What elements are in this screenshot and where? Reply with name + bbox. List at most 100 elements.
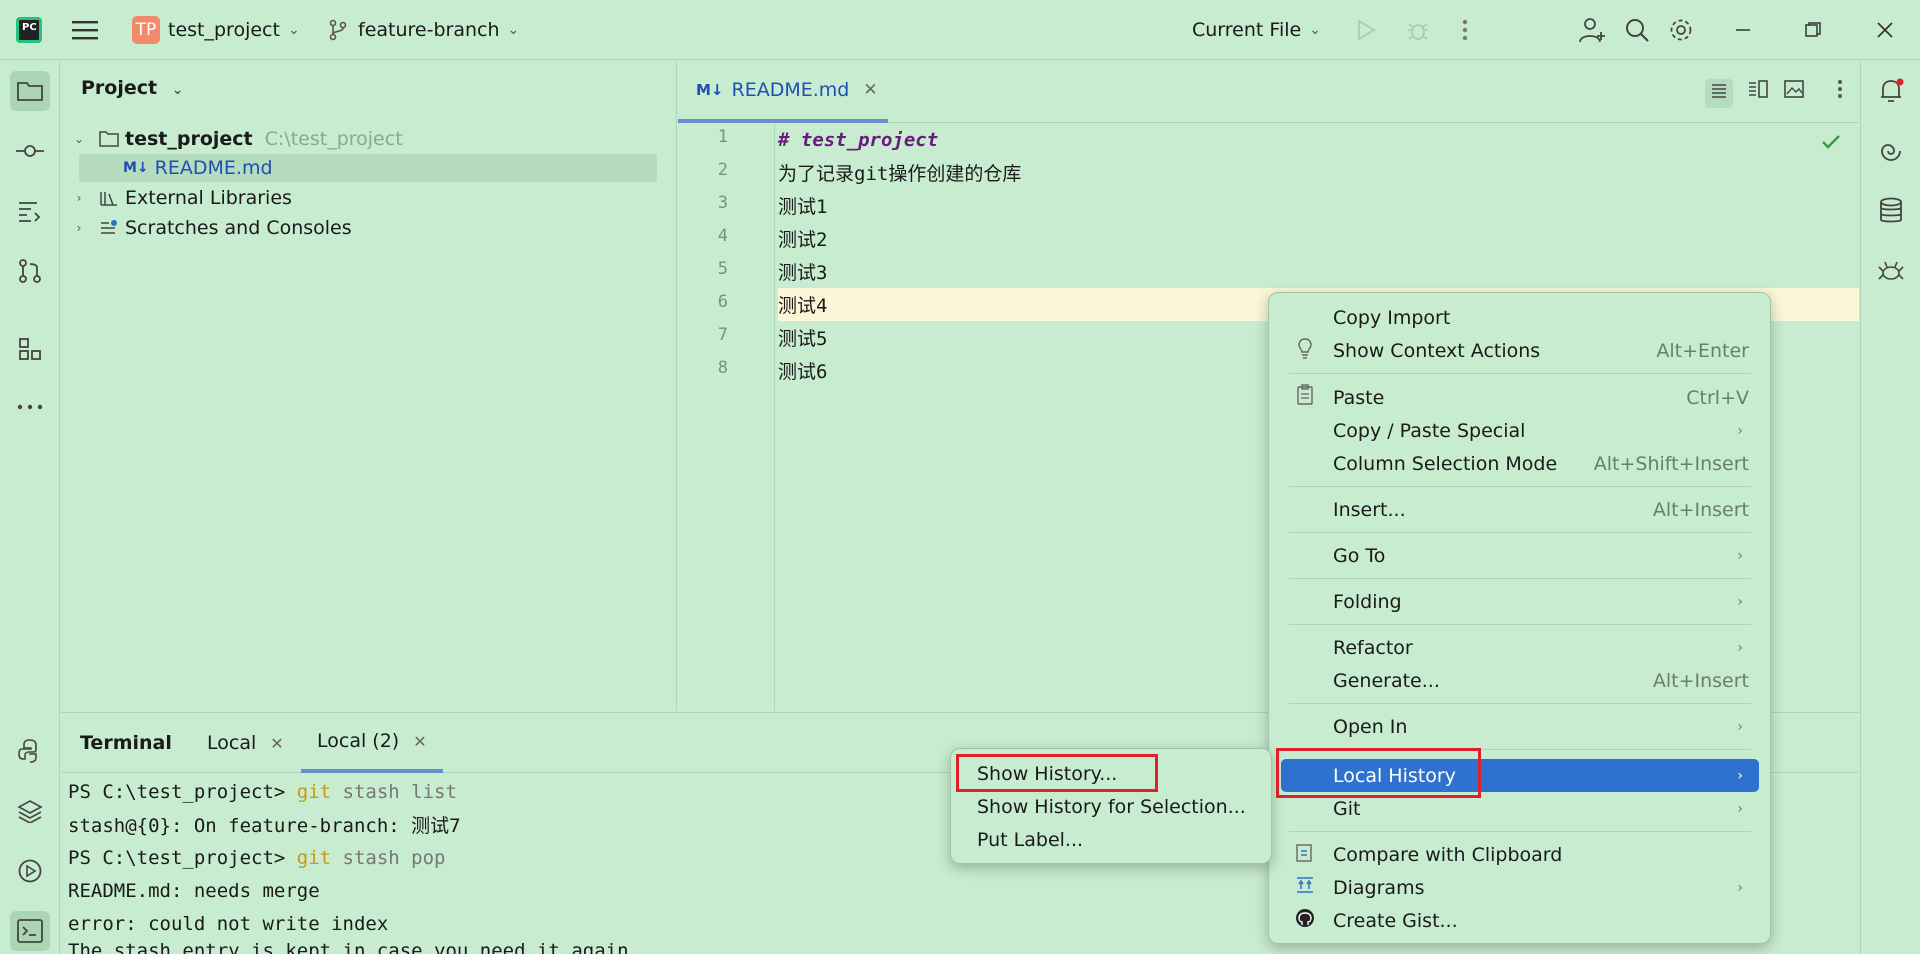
settings-button[interactable] [1668,0,1694,60]
python-packages-button[interactable] [10,791,50,831]
tree-item-label: test_project [125,128,253,150]
sciview-button[interactable] [1871,251,1911,291]
project-tool-button[interactable] [10,71,50,111]
submenu-arrow-icon: › [1737,547,1743,564]
menu-item-compare-clipboard[interactable]: Compare with Clipboard [1281,838,1759,871]
menu-item-label: Git [1333,797,1361,820]
editor-tab-bar: M↓ README.md ✕ [678,61,1859,123]
more-actions-button[interactable] [1462,0,1468,60]
menu-item-generate[interactable]: Generate... Alt+Insert [1281,664,1759,697]
code-line[interactable]: # test_project [778,123,1859,156]
expand-arrow-icon[interactable]: › [69,191,89,205]
close-icon [1877,22,1893,38]
tab-readme[interactable]: M↓ README.md ✕ [678,61,888,123]
code-text: 测试4 [778,295,828,317]
main-menu-button[interactable] [72,0,98,60]
close-tab-icon[interactable]: ✕ [413,732,426,751]
minimize-button[interactable] [1734,0,1752,60]
code-line[interactable]: 测试3 [778,255,1859,288]
tree-item-scratches[interactable]: › Scratches and Consoles [61,214,661,242]
menu-item-copy-import[interactable]: Copy Import [1281,301,1759,334]
menu-item-show-history-selection[interactable]: Show History for Selection... [959,790,1259,823]
expand-arrow-icon[interactable]: › [69,221,89,235]
menu-item-refactor[interactable]: Refactor › [1281,631,1759,664]
search-button[interactable] [1624,0,1650,60]
menu-separator [1289,486,1751,487]
menu-item-insert[interactable]: Insert... Alt+Insert [1281,493,1759,526]
debug-button[interactable] [1406,0,1430,60]
close-tab-icon[interactable]: ✕ [863,80,877,100]
menu-item-column-selection-mode[interactable]: Column Selection Mode Alt+Shift+Insert [1281,447,1759,480]
run-config-label: Current File [1192,19,1302,41]
menu-item-put-label[interactable]: Put Label... [959,823,1259,856]
terminal-tab-local-2[interactable]: Local (2) ✕ [301,713,443,773]
terminal-line: The stash entry is kept in case you need… [68,940,640,954]
notifications-button[interactable] [1871,71,1911,111]
python-console-button[interactable] [10,731,50,771]
ai-assistant-button[interactable] [1871,131,1911,171]
terminal-tab-local[interactable]: Local ✕ [207,713,284,773]
run-button[interactable] [1356,0,1376,60]
code-line[interactable]: 为了记录git操作创建的仓库 [778,156,1859,189]
menu-item-create-gist[interactable]: Create Gist... [1281,904,1759,937]
menu-item-label: Insert... [1333,498,1406,521]
menu-item-shortcut: Alt+Insert [1652,669,1749,692]
more-horizontal-icon [17,404,43,410]
hamburger-icon [72,21,98,40]
restore-icon [1805,22,1821,37]
menu-item-paste[interactable]: Paste Ctrl+V [1281,381,1759,414]
database-button[interactable] [1871,191,1911,231]
image-preview-icon [1784,80,1804,98]
services-button[interactable] [10,851,50,891]
clipboard-icon [1293,384,1317,411]
project-panel-header[interactable]: Project ⌄ [81,77,183,99]
terminal-line: PS C:\test_project> git stash list [68,775,457,808]
tree-item-external-libraries[interactable]: › External Libraries [61,184,661,212]
pull-requests-tool-button[interactable] [10,191,50,231]
menu-item-label: Diagrams [1333,876,1425,899]
terminal-command: git [296,846,332,869]
restore-button[interactable] [1804,0,1822,60]
add-user-button[interactable] [1578,0,1606,60]
menu-item-go-to[interactable]: Go To › [1281,539,1759,572]
structure-tool-button[interactable] [10,329,50,369]
menu-item-open-in[interactable]: Open In › [1281,710,1759,743]
menu-item-show-context-actions[interactable]: Show Context Actions Alt+Enter [1281,334,1759,367]
close-window-button[interactable] [1876,0,1894,60]
app-logo[interactable]: PC [16,0,46,60]
terminal-tool-button[interactable] [10,911,50,951]
menu-separator [1289,831,1751,832]
project-selector[interactable]: TP test_project ⌄ [132,0,300,60]
more-tools-button[interactable] [10,387,50,427]
preview-only-button[interactable] [1783,79,1805,108]
more-vertical-icon [1462,19,1468,41]
code-line[interactable]: 测试1 [778,189,1859,222]
code-text: 测试1 [778,196,828,218]
terminal-title: Terminal [80,732,172,754]
annotation-highlight-local-history [1276,748,1481,798]
close-tab-icon[interactable]: ✕ [270,734,283,753]
git-pull-request-icon [19,259,41,283]
tree-item-readme[interactable]: M↓ README.md [79,154,657,182]
editor-view-tools [1705,79,1843,108]
code-line[interactable]: 测试2 [778,222,1859,255]
menu-item-copy-paste-special[interactable]: Copy / Paste Special › [1281,414,1759,447]
branch-selector[interactable]: feature-branch ⌄ [328,0,519,60]
no-problems-indicator[interactable] [1821,133,1841,155]
menu-item-folding[interactable]: Folding › [1281,585,1759,618]
commit-tool-button[interactable] [10,131,50,171]
line-number: 7 [717,325,728,345]
split-view-button[interactable] [1747,79,1769,108]
editor-only-view-button[interactable] [1705,79,1733,108]
editor-more-button[interactable] [1837,79,1843,108]
chevron-down-icon: ⌄ [171,82,184,98]
spiral-icon [1881,144,1901,161]
run-config-selector[interactable]: Current File ⌄ [1192,0,1321,60]
code-text: 测试3 [778,262,828,284]
git-tool-button[interactable] [10,251,50,291]
line-number: 4 [717,226,728,246]
menu-item-diagrams[interactable]: Diagrams › [1281,871,1759,904]
expand-arrow-icon[interactable]: ⌄ [69,132,89,146]
tree-item-project-root[interactable]: ⌄ test_project C:\test_project [61,125,661,153]
terminal-command: git [296,780,332,803]
